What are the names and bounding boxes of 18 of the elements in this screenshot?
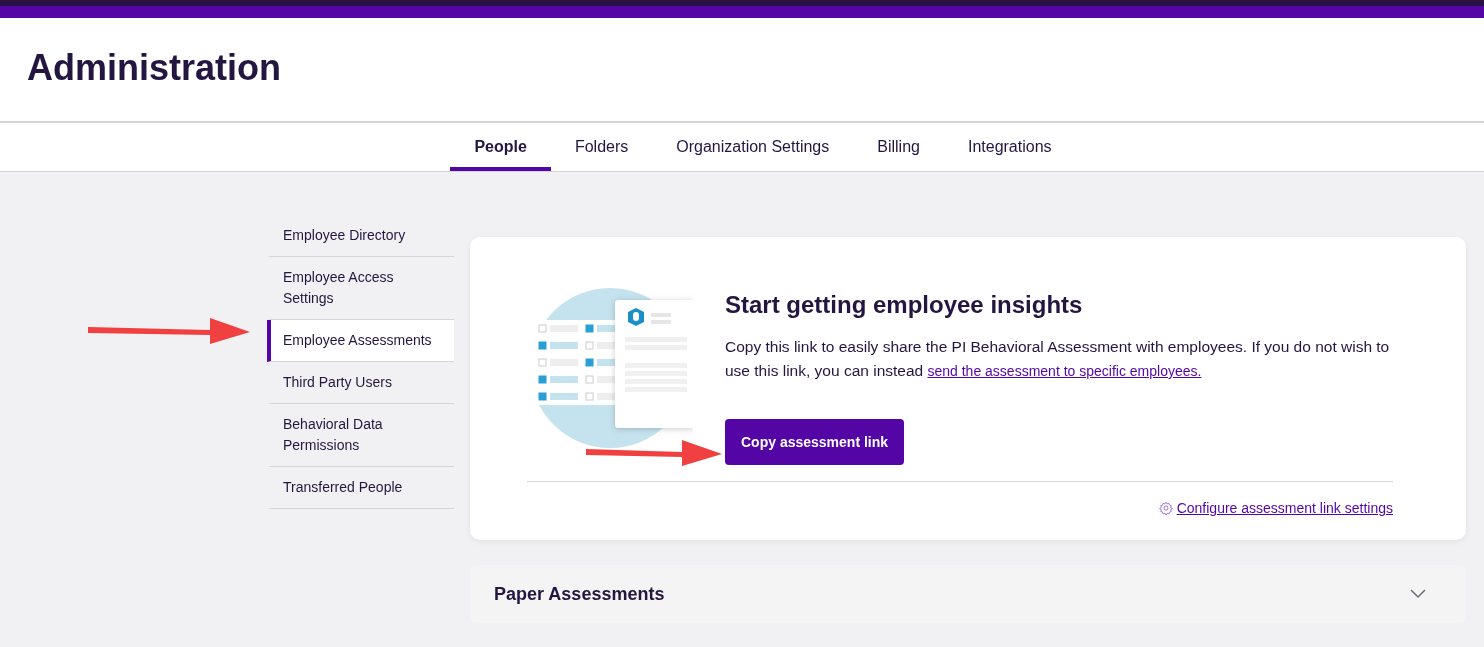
sidebar-item[interactable]: Transferred People bbox=[267, 467, 454, 509]
sidebar-item[interactable]: Employee Directory bbox=[267, 215, 454, 257]
nav-tab[interactable]: Integrations bbox=[943, 123, 1076, 171]
accordion-title: Paper Assessments bbox=[494, 583, 665, 605]
sidebar-item[interactable]: Third Party Users bbox=[267, 362, 454, 404]
nav-tab[interactable]: Billing bbox=[853, 123, 944, 171]
copy-link-button[interactable]: Copy assessment link bbox=[725, 419, 905, 465]
sidebar-item[interactable]: Employee Assessments bbox=[267, 320, 454, 362]
card-description: Copy this link to easily share the PI Behavioral Assessment with employees. If you do not wish to use this link, you can instead send the assessment to specific employees. bbox=[725, 337, 1391, 381]
nav-tab[interactable]: People bbox=[450, 123, 551, 171]
page-title: Administration bbox=[27, 46, 281, 90]
nav-tab[interactable]: Folders bbox=[550, 123, 653, 171]
nav-tab[interactable]: Organization Settings bbox=[652, 123, 854, 171]
settings-icon bbox=[1158, 501, 1173, 515]
send-assessment-link[interactable]: send the assessment to specific employees. bbox=[927, 363, 1202, 379]
card-title: Start getting employee insights bbox=[725, 291, 1083, 319]
sidebar-item[interactable]: Behavioral Data Permissions bbox=[267, 404, 454, 467]
configure-settings-link[interactable]: Configure assessment link settings bbox=[1176, 500, 1393, 516]
